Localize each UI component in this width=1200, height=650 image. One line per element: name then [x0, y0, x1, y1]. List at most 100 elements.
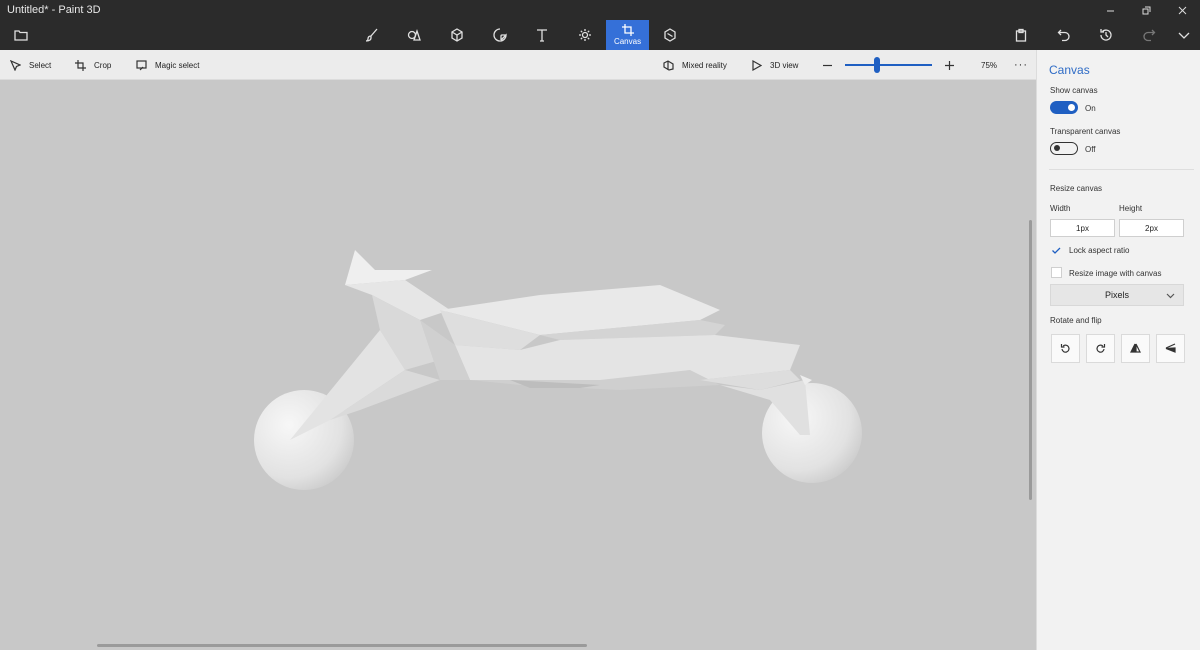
motorcycle-body: [290, 250, 812, 440]
history-button[interactable]: [1089, 20, 1123, 50]
stickers-tab[interactable]: [483, 20, 517, 50]
3d-shapes-tab[interactable]: [440, 20, 474, 50]
zoom-in-button[interactable]: [944, 50, 963, 80]
horizontal-scrollbar[interactable]: [97, 644, 587, 647]
title-bar: Untitled* - Paint 3D: [0, 0, 1200, 20]
expand-menu-button[interactable]: [1167, 20, 1200, 50]
zoom-slider-track[interactable]: [845, 64, 932, 66]
restore-icon: [1142, 6, 1150, 14]
cube-icon: [451, 28, 463, 42]
select-label: Select: [29, 60, 52, 70]
chevron-down-icon: [1178, 32, 1190, 39]
minimize-button[interactable]: [1092, 0, 1128, 20]
2d-shapes-tab[interactable]: [397, 20, 431, 50]
effects-tab[interactable]: [568, 20, 602, 50]
width-label: Width: [1050, 204, 1071, 213]
rotate-left-icon: [1060, 344, 1070, 353]
main-toolbar: Canvas: [0, 20, 1200, 50]
undo-button[interactable]: [1047, 20, 1081, 50]
zoom-slider-thumb[interactable]: [874, 57, 881, 73]
close-button[interactable]: [1164, 0, 1200, 20]
transparent-canvas-label: Transparent canvas: [1050, 127, 1121, 136]
magic-select-label: Magic select: [155, 60, 200, 70]
canvas-tab[interactable]: Canvas: [606, 20, 649, 50]
more-options-button[interactable]: ···: [1014, 50, 1028, 80]
window-title: Untitled* - Paint 3D: [7, 4, 101, 16]
toggle-knob: [1068, 104, 1075, 111]
folder-icon: [14, 30, 28, 41]
cursor-icon: [10, 59, 21, 71]
flip-vertical-button[interactable]: [1156, 334, 1185, 363]
show-canvas-toggle[interactable]: [1050, 101, 1078, 114]
minus-icon: [823, 64, 832, 66]
zoom-level-value: 75%: [981, 60, 998, 70]
crop-label: Crop: [94, 60, 112, 70]
plus-icon: [945, 60, 954, 70]
rotate-left-button[interactable]: [1051, 334, 1080, 363]
brush-icon: [365, 28, 378, 42]
zoom-out-button[interactable]: [822, 50, 841, 80]
crop-icon: [75, 59, 86, 71]
panel-divider: [1049, 169, 1194, 170]
panel-title: Canvas: [1049, 63, 1090, 77]
units-dropdown[interactable]: Pixels: [1050, 284, 1184, 306]
3d-library-tab[interactable]: [653, 20, 687, 50]
magic-select-tool[interactable]: Magic select: [136, 50, 199, 80]
3d-view-button[interactable]: 3D view: [751, 50, 798, 80]
brushes-tab[interactable]: [355, 20, 389, 50]
menu-button[interactable]: [4, 20, 38, 50]
show-canvas-label: Show canvas: [1050, 86, 1098, 95]
transparent-canvas-state: Off: [1085, 145, 1096, 154]
paste-button[interactable]: [1004, 20, 1038, 50]
lock-aspect-label: Lock aspect ratio: [1069, 246, 1130, 255]
flip-horizontal-button[interactable]: [1121, 334, 1150, 363]
rotate-right-icon: [1096, 344, 1106, 353]
magic-select-icon: [136, 59, 147, 70]
height-label: Height: [1119, 204, 1143, 213]
ellipsis-icon: ···: [1014, 59, 1028, 71]
select-tool[interactable]: Select: [10, 50, 51, 80]
shapes-2d-icon: [407, 28, 421, 41]
transparent-canvas-toggle[interactable]: [1050, 142, 1078, 155]
show-canvas-state: On: [1085, 104, 1096, 113]
rotate-flip-heading: Rotate and flip: [1050, 316, 1102, 325]
lock-aspect-checkbox[interactable]: [1051, 245, 1062, 256]
checkmark-icon: [1052, 247, 1061, 254]
canvas-tab-label: Canvas: [613, 37, 642, 46]
history-icon: [1100, 29, 1112, 41]
text-icon: [537, 29, 547, 42]
mixed-reality-icon: [663, 59, 674, 71]
resize-canvas-heading: Resize canvas: [1050, 184, 1103, 193]
flip-horizontal-icon: [1130, 343, 1141, 353]
vertical-scrollbar[interactable]: [1029, 220, 1032, 500]
minimize-icon: [1106, 10, 1114, 11]
zoom-level: 75%: [981, 50, 997, 80]
resize-image-label: Resize image with canvas: [1069, 269, 1162, 278]
mixed-reality-button[interactable]: Mixed reality: [663, 50, 727, 80]
units-selected: Pixels: [1104, 290, 1129, 300]
3d-view-icon: [752, 59, 762, 71]
redo-button[interactable]: [1132, 20, 1166, 50]
undo-icon: [1057, 29, 1070, 42]
crop-tool[interactable]: Crop: [75, 50, 111, 80]
height-field[interactable]: 2px: [1119, 219, 1184, 237]
3d-library-icon: [664, 28, 676, 42]
restore-button[interactable]: [1128, 0, 1164, 20]
canvas-workspace[interactable]: [0, 80, 1036, 650]
resize-image-checkbox[interactable]: [1051, 267, 1062, 278]
canvas-panel: Canvas Show canvas On Transparent canvas…: [1036, 50, 1200, 650]
3d-motorcycle-model[interactable]: [0, 80, 1036, 650]
rotate-right-button[interactable]: [1086, 334, 1115, 363]
mixed-reality-label: Mixed reality: [682, 60, 727, 70]
redo-icon: [1143, 29, 1156, 42]
text-tab[interactable]: [525, 20, 559, 50]
sticker-icon: [493, 28, 507, 42]
3d-view-label: 3D view: [770, 60, 799, 70]
toggle-knob: [1054, 145, 1060, 151]
flip-vertical-icon: [1165, 343, 1176, 353]
clipboard-icon: [1015, 28, 1027, 42]
width-field[interactable]: 1px: [1050, 219, 1115, 237]
chevron-down-icon: [1166, 293, 1175, 299]
close-icon: [1178, 6, 1186, 14]
effects-sun-icon: [579, 29, 591, 41]
